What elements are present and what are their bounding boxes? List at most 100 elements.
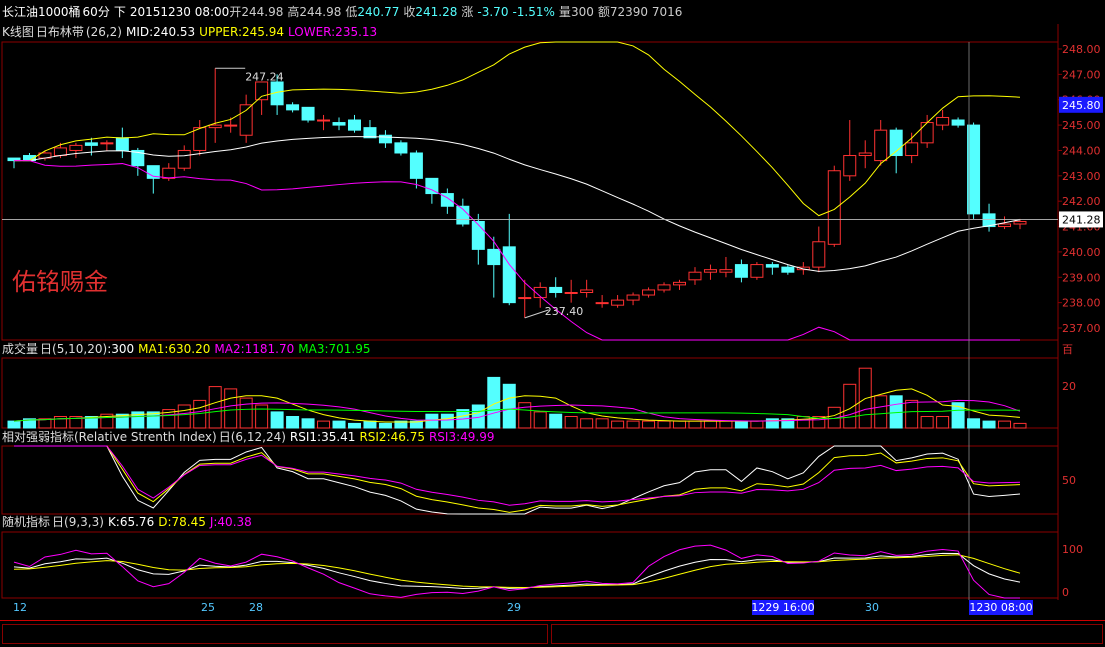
candle-body[interactable]: [1013, 220, 1027, 225]
candle-body[interactable]: [255, 81, 269, 101]
volume-bar[interactable]: [317, 420, 331, 429]
volume-period-icon[interactable]: 日: [40, 342, 52, 356]
candle-body[interactable]: [858, 152, 872, 157]
candle-body[interactable]: [580, 289, 594, 293]
candle-body[interactable]: [688, 271, 702, 281]
volume-bar[interactable]: [688, 420, 702, 429]
volume-bar[interactable]: [38, 418, 52, 429]
candle-body[interactable]: [611, 299, 625, 306]
candle-body[interactable]: [673, 281, 687, 286]
candle-body[interactable]: [843, 155, 857, 177]
volume-bar[interactable]: [177, 404, 191, 429]
volume-bar[interactable]: [270, 411, 284, 429]
volume-bar[interactable]: [255, 404, 269, 429]
candle-body[interactable]: [317, 119, 331, 122]
bottom-segment-1[interactable]: [2, 624, 548, 644]
candle-body[interactable]: [827, 170, 841, 245]
volume-bar[interactable]: [7, 420, 21, 429]
candle-body[interactable]: [239, 104, 253, 136]
volume-bar[interactable]: [734, 420, 748, 429]
candle-body[interactable]: [564, 291, 578, 294]
kdj-name[interactable]: 随机指标: [2, 515, 50, 529]
candle-body[interactable]: [518, 297, 532, 300]
volume-bar[interactable]: [750, 420, 764, 429]
volume-bar[interactable]: [533, 411, 547, 429]
candle-body[interactable]: [193, 127, 207, 151]
volume-bar[interactable]: [224, 388, 238, 429]
volume-name[interactable]: 成交量: [2, 342, 38, 356]
volume-bar[interactable]: [363, 420, 377, 429]
candle-body[interactable]: [208, 124, 222, 129]
candle-body[interactable]: [905, 142, 919, 157]
rsi-period-icon[interactable]: 日: [219, 430, 231, 444]
volume-bar[interactable]: [936, 416, 950, 429]
candle-body[interactable]: [642, 289, 656, 296]
candle-body[interactable]: [487, 248, 501, 266]
candle-body[interactable]: [84, 142, 98, 146]
volume-bar[interactable]: [347, 422, 361, 429]
candle-body[interactable]: [657, 284, 671, 291]
volume-bar[interactable]: [332, 420, 346, 429]
volume-bar[interactable]: [1013, 422, 1027, 429]
bottom-segment-2[interactable]: [551, 624, 1103, 644]
candle-body[interactable]: [378, 134, 392, 144]
candle-body[interactable]: [69, 144, 83, 151]
candle-body[interactable]: [874, 129, 888, 162]
volume-bar[interactable]: [502, 383, 516, 429]
candle-body[interactable]: [920, 122, 934, 144]
volume-bar[interactable]: [239, 397, 253, 429]
candle-body[interactable]: [936, 116, 950, 126]
candle-body[interactable]: [425, 177, 439, 195]
volume-bar[interactable]: [611, 420, 625, 429]
candle-body[interactable]: [812, 241, 826, 268]
candle-body[interactable]: [394, 142, 408, 154]
volume-bar[interactable]: [967, 418, 981, 429]
volume-bar[interactable]: [796, 416, 810, 429]
candle-body[interactable]: [286, 104, 300, 111]
volume-bar[interactable]: [642, 420, 656, 429]
candle-body[interactable]: [332, 122, 346, 126]
candle-body[interactable]: [100, 142, 114, 145]
volume-bar[interactable]: [208, 386, 222, 429]
candle-body[interactable]: [626, 294, 640, 301]
candle-body[interactable]: [734, 264, 748, 278]
volume-bar[interactable]: [378, 422, 392, 429]
candle-body[interactable]: [998, 223, 1012, 228]
volume-bar[interactable]: [998, 420, 1012, 429]
volume-bar[interactable]: [982, 420, 996, 429]
candle-body[interactable]: [502, 246, 516, 304]
candle-body[interactable]: [549, 286, 563, 293]
volume-bar[interactable]: [905, 399, 919, 429]
volume-bar[interactable]: [657, 420, 671, 429]
volume-bar[interactable]: [595, 418, 609, 429]
candle-body[interactable]: [765, 264, 779, 268]
volume-bar[interactable]: [673, 420, 687, 429]
candle-body[interactable]: [301, 106, 315, 121]
volume-bar[interactable]: [626, 420, 640, 429]
candle-body[interactable]: [224, 124, 238, 127]
candle-body[interactable]: [951, 119, 965, 126]
volume-bar[interactable]: [703, 420, 717, 429]
candle-body[interactable]: [595, 302, 609, 305]
kdj-period-icon[interactable]: 日: [52, 515, 64, 529]
candle-body[interactable]: [347, 119, 361, 131]
kline-period-icon[interactable]: 日: [36, 25, 48, 39]
volume-bar[interactable]: [301, 418, 315, 429]
candle-body[interactable]: [115, 137, 129, 151]
candle-body[interactable]: [471, 220, 485, 250]
volume-bar[interactable]: [564, 416, 578, 429]
volume-bar[interactable]: [580, 418, 594, 429]
candle-body[interactable]: [53, 147, 67, 157]
volume-bar[interactable]: [549, 413, 563, 429]
volume-bar[interactable]: [874, 395, 888, 429]
volume-bar[interactable]: [440, 413, 454, 429]
candle-body[interactable]: [177, 149, 191, 169]
candle-body[interactable]: [719, 269, 733, 273]
rsi-name[interactable]: 相对强弱指标(Relative Strenth Index): [2, 430, 217, 444]
kline-indicator-name[interactable]: 布林带: [48, 25, 84, 39]
candle-body[interactable]: [703, 269, 717, 273]
volume-bar[interactable]: [920, 416, 934, 429]
volume-bar[interactable]: [286, 416, 300, 429]
kline-name[interactable]: K线图: [2, 25, 34, 39]
candle-body[interactable]: [781, 266, 795, 273]
